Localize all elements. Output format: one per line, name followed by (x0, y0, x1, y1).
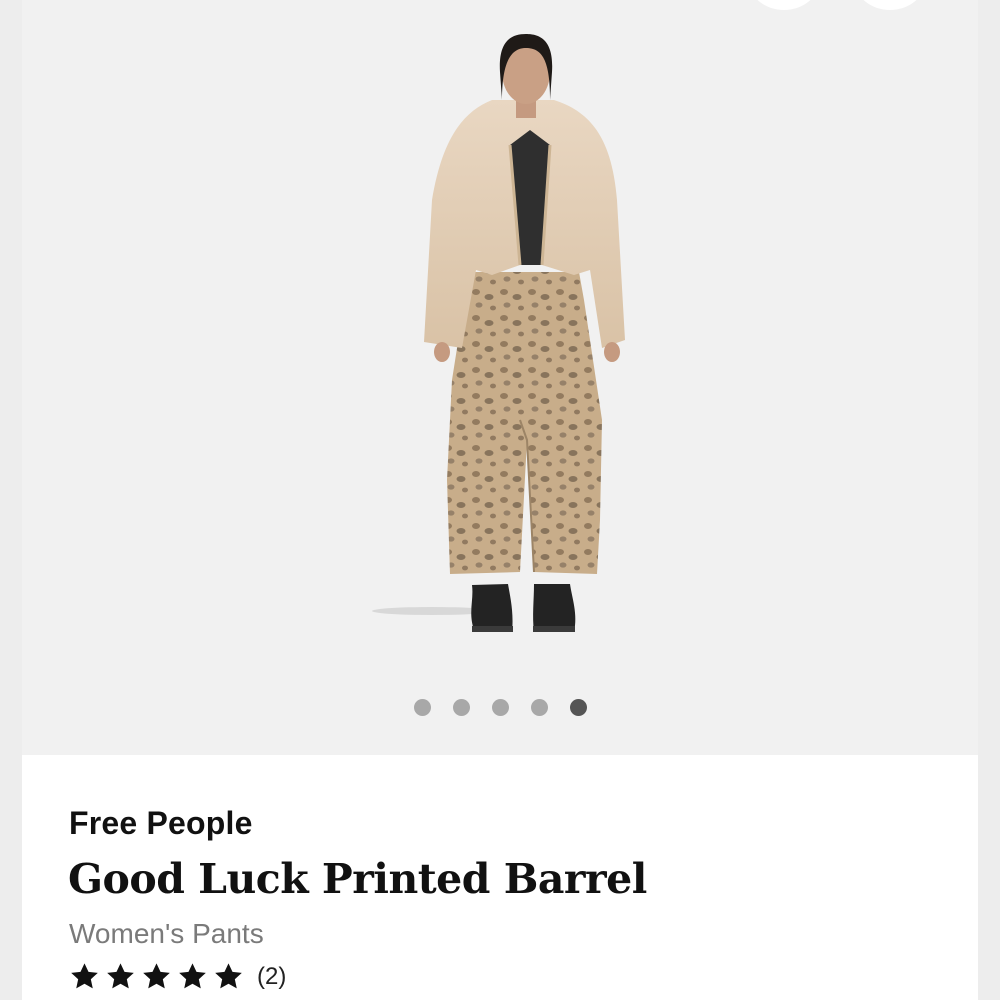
brand-name[interactable]: Free People (69, 805, 253, 842)
product-page: Free People Good Luck Printed Barrel Wom… (0, 0, 1000, 1000)
carousel-dot-5[interactable] (569, 699, 587, 716)
left-edge (0, 0, 22, 1000)
rating-count: (2) (257, 962, 287, 990)
carousel-dot-3[interactable] (491, 699, 509, 716)
star-icon (107, 963, 134, 989)
product-title: Good Luck Printed Barrel (68, 855, 647, 903)
right-edge (978, 0, 1000, 1000)
carousel-dot-2[interactable] (452, 699, 470, 716)
star-icon (143, 963, 170, 989)
star-icon (179, 963, 206, 989)
rating[interactable]: (2) (69, 961, 286, 992)
product-image[interactable] (22, 0, 978, 680)
carousel-dot-1[interactable] (413, 699, 431, 716)
product-info: Free People Good Luck Printed Barrel Wom… (22, 755, 978, 1000)
star-icon (215, 963, 242, 989)
image-gallery[interactable] (22, 0, 978, 755)
star-icon (71, 963, 98, 989)
carousel-dots (22, 699, 978, 717)
product-category: Women's Pants (69, 918, 264, 949)
carousel-dot-4[interactable] (530, 699, 548, 716)
